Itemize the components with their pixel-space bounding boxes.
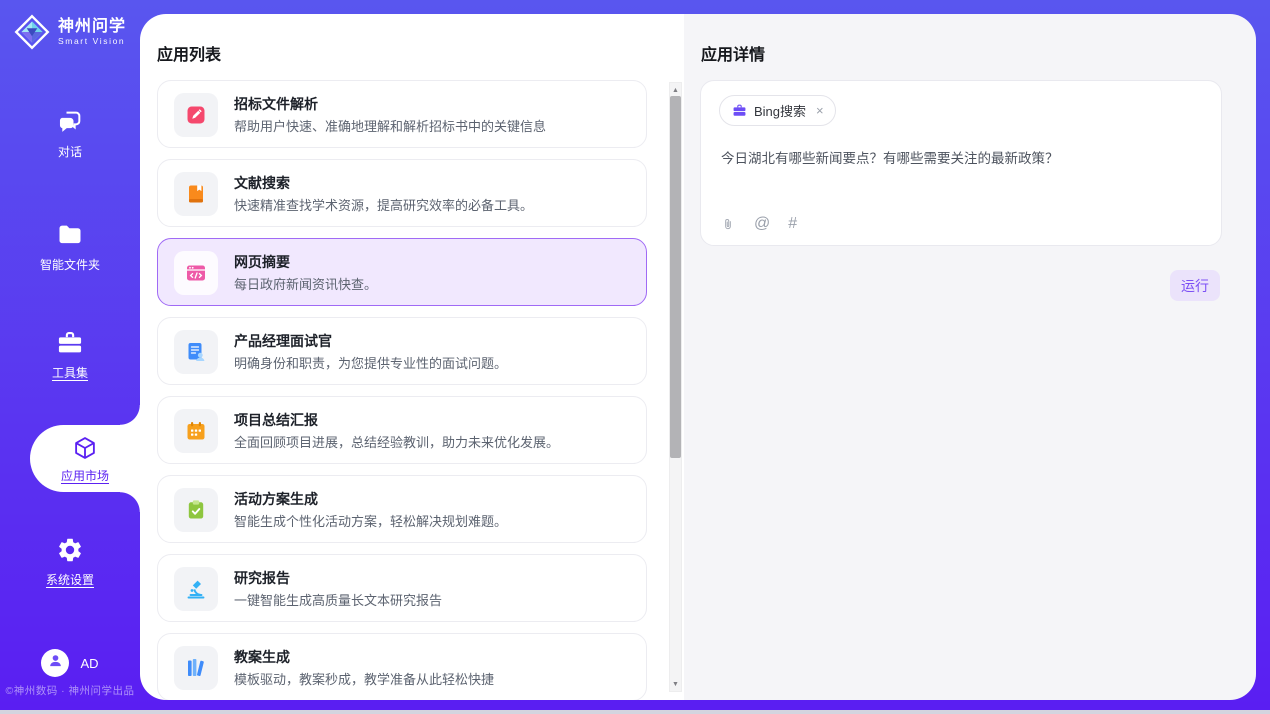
sidebar-nav: 对话 智能文件夹 工具集 应用市场 系统设置 <box>0 0 140 710</box>
chip-close-icon[interactable]: × <box>816 103 824 118</box>
scroll-down-icon[interactable]: ▼ <box>670 678 681 690</box>
sidebar-item-应用市场[interactable]: 应用市场 <box>30 425 140 492</box>
app-list-panel: 应用列表 招标文件解析 帮助用户快速、准确地理解和解析招标书中的关键信息 文献搜… <box>140 14 684 700</box>
copyright-text: ©神州数码 · 神州问学出品 <box>0 683 140 698</box>
web-page-icon <box>174 251 218 295</box>
at-icon[interactable]: @ <box>754 216 770 232</box>
books-icon <box>174 646 218 690</box>
interview-icon <box>174 330 218 374</box>
app-list-item[interactable]: 项目总结汇报 全面回顾项目进展，总结经验教训，助力未来优化发展。 <box>157 396 647 464</box>
cube-icon <box>71 434 99 462</box>
attachment-toolbar: @ # <box>720 216 797 232</box>
sidebar-item-label: 工具集 <box>52 364 88 381</box>
user-row[interactable]: AD <box>0 649 140 677</box>
app-list-item[interactable]: 活动方案生成 智能生成个性化活动方案，轻松解决规划难题。 <box>157 475 647 543</box>
person-icon <box>47 652 64 674</box>
app-list-item[interactable]: 网页摘要 每日政府新闻资讯快查。 <box>157 238 647 306</box>
sidebar-item-label: 应用市场 <box>61 467 109 484</box>
sidebar-item-系统设置[interactable]: 系统设置 <box>0 536 140 588</box>
prompt-card: Bing搜索 × 今日湖北有哪些新闻要点？有哪些需要关注的最新政策？ @ # <box>700 80 1222 246</box>
scrollbar-thumb[interactable] <box>670 96 681 458</box>
tool-chip[interactable]: Bing搜索 × <box>719 95 836 126</box>
avatar[interactable] <box>41 649 69 677</box>
app-name: 教案生成 <box>234 647 290 667</box>
app-list-item[interactable]: 文献搜索 快速精准查找学术资源，提高研究效率的必备工具。 <box>157 159 647 227</box>
research-icon <box>174 567 218 611</box>
chat-icon <box>56 108 84 136</box>
app-description: 模板驱动，教案秒成，教学准备从此轻松快捷 <box>234 669 494 688</box>
sidebar: 神州问学 Smart Vision 对话 智能文件夹 工具集 应用市场 系统设置… <box>0 0 140 710</box>
sidebar-item-label: 智能文件夹 <box>40 256 100 273</box>
sidebar-item-工具集[interactable]: 工具集 <box>0 329 140 381</box>
app-description: 全面回顾项目进展，总结经验教训，助力未来优化发展。 <box>234 432 559 451</box>
prompt-text[interactable]: 今日湖北有哪些新闻要点？有哪些需要关注的最新政策？ <box>721 149 1205 169</box>
app-description: 帮助用户快速、准确地理解和解析招标书中的关键信息 <box>234 116 546 135</box>
calendar-icon <box>174 409 218 453</box>
paperclip-icon[interactable] <box>720 216 736 232</box>
sidebar-item-label: 系统设置 <box>46 571 94 588</box>
app-name: 活动方案生成 <box>234 489 318 509</box>
app-list-item[interactable]: 研究报告 一键智能生成高质量长文本研究报告 <box>157 554 647 622</box>
app-list-item[interactable]: 产品经理面试官 明确身份和职责，为您提供专业性的面试问题。 <box>157 317 647 385</box>
book-icon <box>174 172 218 216</box>
app-name: 招标文件解析 <box>234 94 318 114</box>
app-name: 产品经理面试官 <box>234 331 332 351</box>
app-name: 项目总结汇报 <box>234 410 318 430</box>
clipboard-check-icon <box>174 488 218 532</box>
briefcase-icon <box>732 103 747 118</box>
app-detail-panel: 应用详情 Bing搜索 × 今日湖北有哪些新闻要点？有哪些需要关注的最新政策？ … <box>684 14 1256 700</box>
hash-icon[interactable]: # <box>788 216 797 232</box>
app-description: 一键智能生成高质量长文本研究报告 <box>234 590 442 609</box>
sidebar-item-label: 对话 <box>58 143 82 160</box>
user-initials: AD <box>80 656 98 671</box>
app-list-item[interactable]: 教案生成 模板驱动，教案秒成，教学准备从此轻松快捷 <box>157 633 647 700</box>
toolbox-icon <box>56 329 84 357</box>
scrollbar[interactable]: ▲ ▼ <box>669 82 682 692</box>
app-name: 研究报告 <box>234 568 290 588</box>
sidebar-item-对话[interactable]: 对话 <box>0 108 140 160</box>
run-button[interactable]: 运行 <box>1170 270 1220 301</box>
main-content: 应用列表 招标文件解析 帮助用户快速、准确地理解和解析招标书中的关键信息 文献搜… <box>140 14 1256 700</box>
app-description: 智能生成个性化活动方案，轻松解决规划难题。 <box>234 511 507 530</box>
sidebar-item-智能文件夹[interactable]: 智能文件夹 <box>0 221 140 273</box>
app-list: 招标文件解析 帮助用户快速、准确地理解和解析招标书中的关键信息 文献搜索 快速精… <box>157 80 647 700</box>
app-description: 每日政府新闻资讯快查。 <box>234 274 377 293</box>
app-description: 明确身份和职责，为您提供专业性的面试问题。 <box>234 353 507 372</box>
app-list-title: 应用列表 <box>157 41 221 65</box>
app-name: 网页摘要 <box>234 252 290 272</box>
gear-icon <box>56 536 84 564</box>
app-name: 文献搜索 <box>234 173 290 193</box>
app-description: 快速精准查找学术资源，提高研究效率的必备工具。 <box>234 195 533 214</box>
tool-chip-label: Bing搜索 <box>754 101 806 120</box>
scroll-up-icon[interactable]: ▲ <box>670 84 681 96</box>
app-shell: 神州问学 Smart Vision 对话 智能文件夹 工具集 应用市场 系统设置… <box>0 0 1270 710</box>
folder-icon <box>56 221 84 249</box>
app-detail-title: 应用详情 <box>701 41 765 65</box>
app-list-item[interactable]: 招标文件解析 帮助用户快速、准确地理解和解析招标书中的关键信息 <box>157 80 647 148</box>
bid-document-icon <box>174 93 218 137</box>
